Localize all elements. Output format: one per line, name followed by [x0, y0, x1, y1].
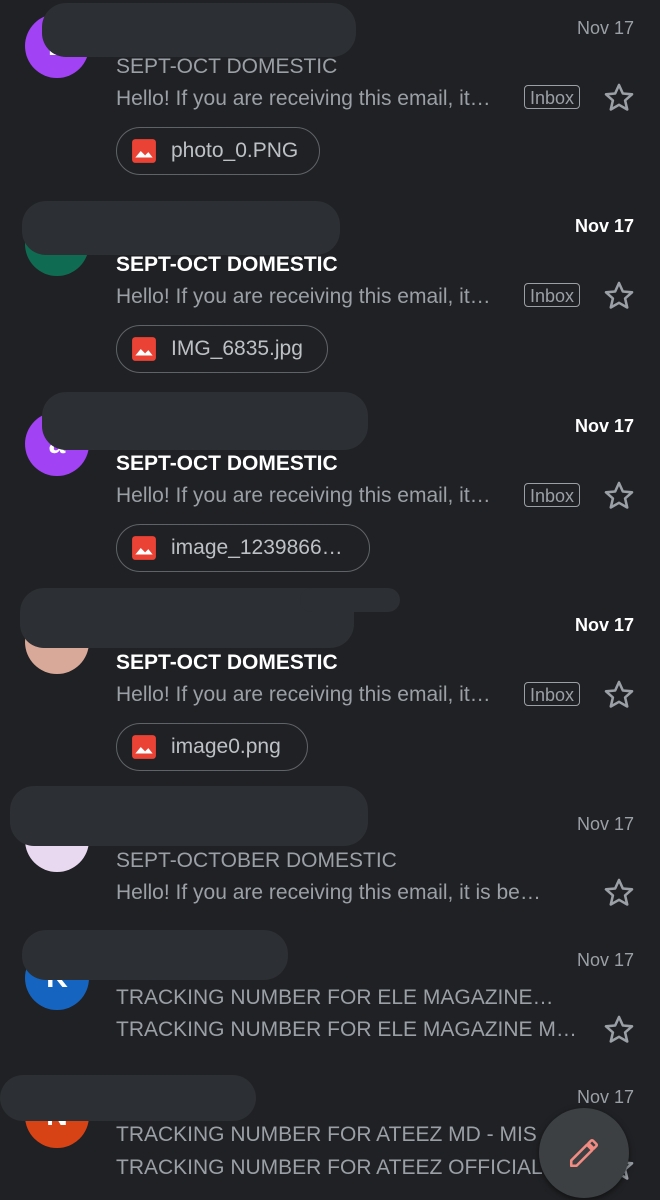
- image-icon: [132, 536, 156, 560]
- redacted-sender: [42, 392, 368, 450]
- attachment-chip[interactable]: image_1239866…: [116, 524, 370, 572]
- email-snippet: Hello! If you are receiving this email, …: [116, 683, 491, 706]
- attachment-name: IMG_6835.jpg: [171, 337, 303, 360]
- inbox-label: Inbox: [524, 283, 581, 307]
- attachment-chip[interactable]: image0.png: [116, 723, 308, 771]
- compose-button[interactable]: [539, 1108, 629, 1198]
- email-subject: SEPT-OCT DOMESTIC: [116, 55, 338, 78]
- image-icon: [132, 735, 156, 759]
- attachment-name: image0.png: [171, 735, 281, 758]
- redacted-sender: [300, 588, 400, 612]
- attachment-name: photo_0.PNG: [171, 139, 299, 162]
- inbox-label: Inbox: [524, 483, 581, 507]
- email-subject: SEPT-OCT DOMESTIC: [116, 253, 338, 276]
- email-subject: SEPT-OCT DOMESTIC: [116, 651, 338, 674]
- redacted-sender: [10, 786, 368, 846]
- email-snippet: Hello! If you are receiving this email, …: [116, 484, 491, 507]
- email-list: L Nov 17 SEPT-OCT DOMESTIC Hello! If you…: [0, 0, 660, 1200]
- email-row[interactable]: L Nov 17 SEPT-OCT DOMESTIC Hello! If you…: [0, 0, 660, 198]
- email-subject: SEPT-OCTOBER DOMESTIC: [116, 849, 397, 872]
- email-subject: TRACKING NUMBER FOR ELE MAGAZINE…: [116, 986, 554, 1009]
- email-snippet: Hello! If you are receiving this email, …: [116, 87, 491, 110]
- email-row[interactable]: K Nov 17 TRACKING NUMBER FOR ELE MAGAZIN…: [0, 930, 660, 1070]
- email-date: Nov 17: [574, 216, 634, 236]
- image-icon: [132, 337, 156, 361]
- email-subject: TRACKING NUMBER FOR ATEEZ MD - MIS: [116, 1123, 537, 1146]
- star-outline-icon[interactable]: [602, 479, 636, 513]
- email-date: Nov 17: [576, 950, 634, 970]
- email-snippet: Hello! If you are receiving this email, …: [116, 881, 541, 904]
- email-snippet: TRACKING NUMBER FOR ATEEZ OFFICIAL: [116, 1156, 543, 1179]
- email-date: Nov 17: [576, 814, 634, 834]
- email-row[interactable]: Nov 17 SEPT-OCT DOMESTIC Hello! If you a…: [0, 588, 660, 792]
- email-date: Nov 17: [576, 18, 634, 38]
- star-outline-icon[interactable]: [602, 678, 636, 712]
- email-subject: SEPT-OCT DOMESTIC: [116, 452, 338, 475]
- email-row[interactable]: Nov 17 SEPT-OCT DOMESTIC Hello! If you a…: [0, 198, 660, 396]
- email-date: Nov 17: [576, 1087, 634, 1107]
- attachment-chip[interactable]: photo_0.PNG: [116, 127, 320, 175]
- star-outline-icon[interactable]: [602, 279, 636, 313]
- email-snippet: Hello! If you are receiving this email, …: [116, 285, 491, 308]
- inbox-label: Inbox: [524, 682, 581, 706]
- attachment-chip[interactable]: IMG_6835.jpg: [116, 325, 328, 373]
- email-row[interactable]: Nov 17 SEPT-OCTOBER DOMESTIC Hello! If y…: [0, 786, 660, 932]
- redacted-sender: [22, 930, 288, 980]
- inbox-label: Inbox: [524, 85, 581, 109]
- redacted-sender: [0, 1075, 256, 1121]
- redacted-sender: [22, 201, 340, 255]
- attachment-name: image_1239866…: [171, 536, 343, 559]
- image-icon: [132, 139, 156, 163]
- email-date: Nov 17: [574, 416, 634, 436]
- redacted-sender: [42, 3, 356, 57]
- email-date: Nov 17: [574, 615, 634, 635]
- star-outline-icon[interactable]: [602, 1013, 636, 1047]
- pencil-icon: [569, 1138, 599, 1168]
- star-outline-icon[interactable]: [602, 876, 636, 910]
- email-row[interactable]: a Nov 17 SEPT-OCT DOMESTIC Hello! If you…: [0, 392, 660, 594]
- star-outline-icon[interactable]: [602, 81, 636, 115]
- email-snippet: TRACKING NUMBER FOR ELE MAGAZINE M…: [116, 1018, 577, 1041]
